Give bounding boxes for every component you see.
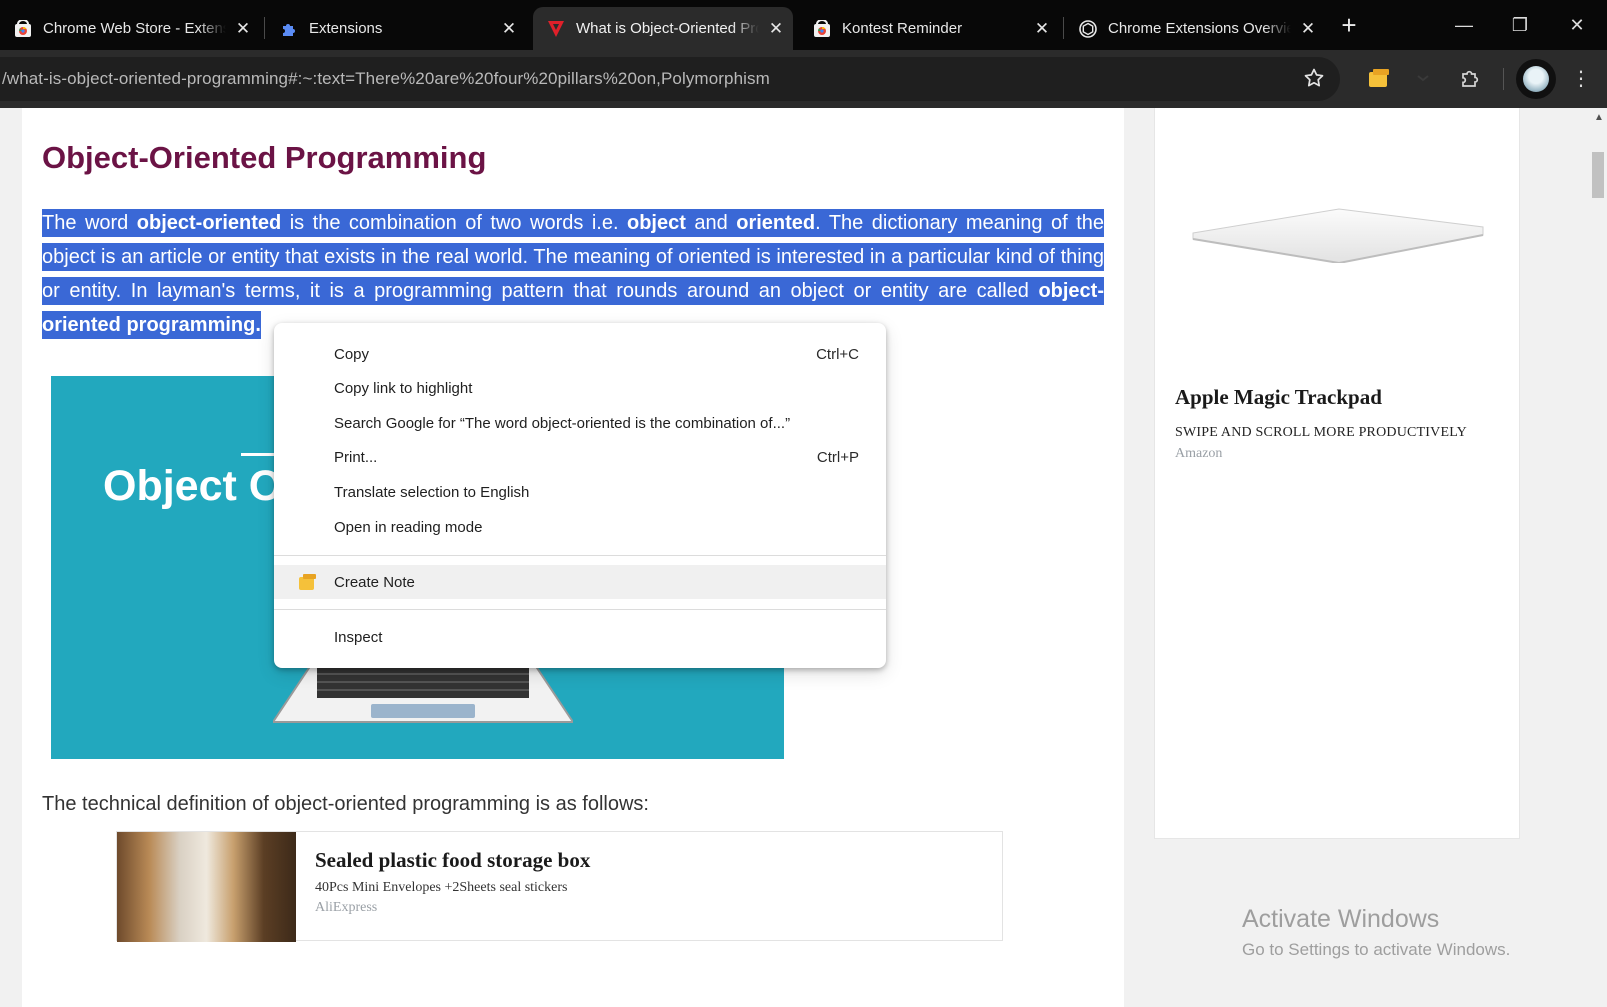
tab-title: What is Object-Oriented Programming [576, 20, 759, 37]
menu-item-search-google[interactable]: Search Google for “The word object-orien… [274, 406, 886, 440]
extensions-puzzle-icon[interactable] [1457, 65, 1483, 91]
close-icon[interactable]: ✕ [226, 19, 260, 39]
tab-title: Chrome Web Store - Extensions [43, 20, 226, 37]
tab-title: Chrome Extensions Overview [1108, 20, 1291, 37]
tab-extensions[interactable]: Extensions ✕ [266, 7, 526, 50]
article-heading: Object-Oriented Programming [42, 140, 487, 175]
title-accent-line [241, 453, 277, 456]
menu-item-create-note[interactable]: Create Note [274, 565, 886, 599]
paragraph-text: The word [42, 212, 137, 234]
ad-source: AliExpress [315, 900, 378, 915]
paragraph-text: is the combination of two words i.e. [281, 212, 627, 234]
menu-item-shortcut: Ctrl+P [816, 448, 859, 466]
scroll-up-arrow-icon[interactable]: ▲ [1594, 112, 1604, 123]
close-icon[interactable]: ✕ [1291, 19, 1325, 39]
product-thumbnail [117, 832, 296, 942]
menu-item-label: Search Google for “The word object-orien… [334, 414, 791, 432]
ad-description: 40Pcs Mini Envelopes +2Sheets seal stick… [315, 880, 568, 895]
previous-line-fragment [22, 108, 1124, 114]
browser-toolbar: /what-is-object-oriented-programming#:~:… [0, 50, 1607, 108]
context-menu: Copy Ctrl+C Copy link to highlight Searc… [274, 323, 886, 668]
selected-paragraph[interactable]: The word object-oriented is the combinat… [42, 206, 1104, 342]
kebab-menu-icon[interactable]: ⋮ [1571, 66, 1591, 92]
ad-title[interactable]: Sealed plastic food storage box [315, 848, 590, 873]
close-window-button[interactable]: ✕ [1549, 0, 1605, 50]
menu-separator [274, 609, 886, 610]
product-ad-card[interactable]: Sealed plastic food storage box 40Pcs Mi… [116, 831, 1003, 942]
scrollbar-thumb[interactable] [1592, 152, 1604, 198]
tab-chrome-web-store[interactable]: Chrome Web Store - Extensions ✕ [0, 7, 260, 50]
new-tab-button[interactable]: + [1334, 10, 1364, 40]
menu-item-label: Copy [334, 345, 370, 363]
text-selection: The word object-oriented is the combinat… [42, 209, 1104, 339]
illustration-text: Object O [103, 462, 283, 510]
address-bar[interactable]: /what-is-object-oriented-programming#:~:… [0, 57, 1340, 101]
openai-icon [1079, 19, 1097, 38]
restore-button[interactable]: ❐ [1492, 0, 1548, 50]
chevron-down-icon[interactable] [1410, 65, 1436, 91]
menu-item-label: Copy link to highlight [334, 379, 473, 397]
profile-avatar[interactable] [1516, 59, 1556, 99]
menu-item-label: Translate selection to English [334, 483, 530, 501]
paragraph-bold-text: object-oriented [136, 212, 282, 234]
menu-item-reading-mode[interactable]: Open in reading mode [274, 510, 886, 544]
technical-definition-text: The technical definition of object-orien… [42, 793, 649, 815]
menu-item-print[interactable]: Print... Ctrl+P [274, 440, 886, 474]
watermark-subtitle: Go to Settings to activate Windows. [1242, 940, 1511, 959]
puzzle-piece-icon [280, 20, 298, 38]
menu-item-label: Open in reading mode [334, 518, 483, 536]
toolbar-divider [1503, 68, 1504, 90]
menu-separator [274, 555, 886, 556]
url-text: /what-is-object-oriented-programming#:~:… [2, 69, 770, 88]
trackpad-product-image [1192, 208, 1484, 263]
minimize-button[interactable]: — [1436, 0, 1492, 50]
menu-item-shortcut: Ctrl+C [816, 345, 859, 363]
sidebar-ad-source: Amazon [1175, 446, 1223, 461]
sidebar-ad-title[interactable]: Apple Magic Trackpad [1175, 385, 1382, 410]
vertical-scrollbar[interactable]: ▲ [1590, 108, 1607, 1007]
close-icon[interactable]: ✕ [759, 19, 793, 39]
tab-title: Kontest Reminder [842, 20, 963, 37]
paragraph-text: and [685, 212, 737, 234]
menu-item-translate[interactable]: Translate selection to English [274, 475, 886, 509]
chrome-web-store-icon [14, 19, 32, 38]
tab-separator [264, 17, 265, 39]
tab-chrome-extensions-overview[interactable]: Chrome Extensions Overview ✕ [1065, 7, 1325, 50]
tab-javatpoint[interactable]: What is Object-Oriented Programming ✕ [533, 7, 793, 50]
javatpoint-icon [547, 20, 565, 38]
menu-item-copy-link-to-highlight[interactable]: Copy link to highlight [274, 371, 886, 405]
close-icon[interactable]: ✕ [1025, 19, 1059, 39]
avatar-image [1523, 66, 1549, 92]
menu-item-label: Create Note [334, 573, 415, 591]
chrome-web-store-icon [813, 19, 831, 38]
menu-item-label: Inspect [334, 628, 383, 646]
sticky-notes-extension-icon[interactable] [1366, 65, 1392, 91]
watermark-title: Activate Windows [1242, 905, 1440, 933]
paragraph-bold-text: object [627, 212, 686, 234]
tab-separator [1063, 17, 1064, 39]
close-icon[interactable]: ✕ [492, 19, 526, 39]
tab-title: Extensions [309, 20, 383, 37]
menu-item-inspect[interactable]: Inspect [274, 620, 886, 654]
paragraph-bold-text: oriented [736, 212, 816, 234]
sidebar-ad[interactable]: Apple Magic Trackpad SWIPE AND SCROLL MO… [1154, 108, 1520, 839]
sticky-note-icon [298, 572, 318, 592]
menu-item-label: Print... [334, 448, 378, 466]
tab-kontest-reminder[interactable]: Kontest Reminder ✕ [799, 7, 1059, 50]
windows-activation-watermark: Activate Windows Go to Settings to activ… [1242, 905, 1510, 960]
tab-strip: Chrome Web Store - Extensions ✕ Extensio… [0, 0, 1607, 50]
menu-item-copy[interactable]: Copy Ctrl+C [274, 337, 886, 371]
sidebar-ad-description: SWIPE AND SCROLL MORE PRODUCTIVELY [1175, 425, 1467, 440]
bookmark-star-icon[interactable] [1302, 66, 1326, 90]
